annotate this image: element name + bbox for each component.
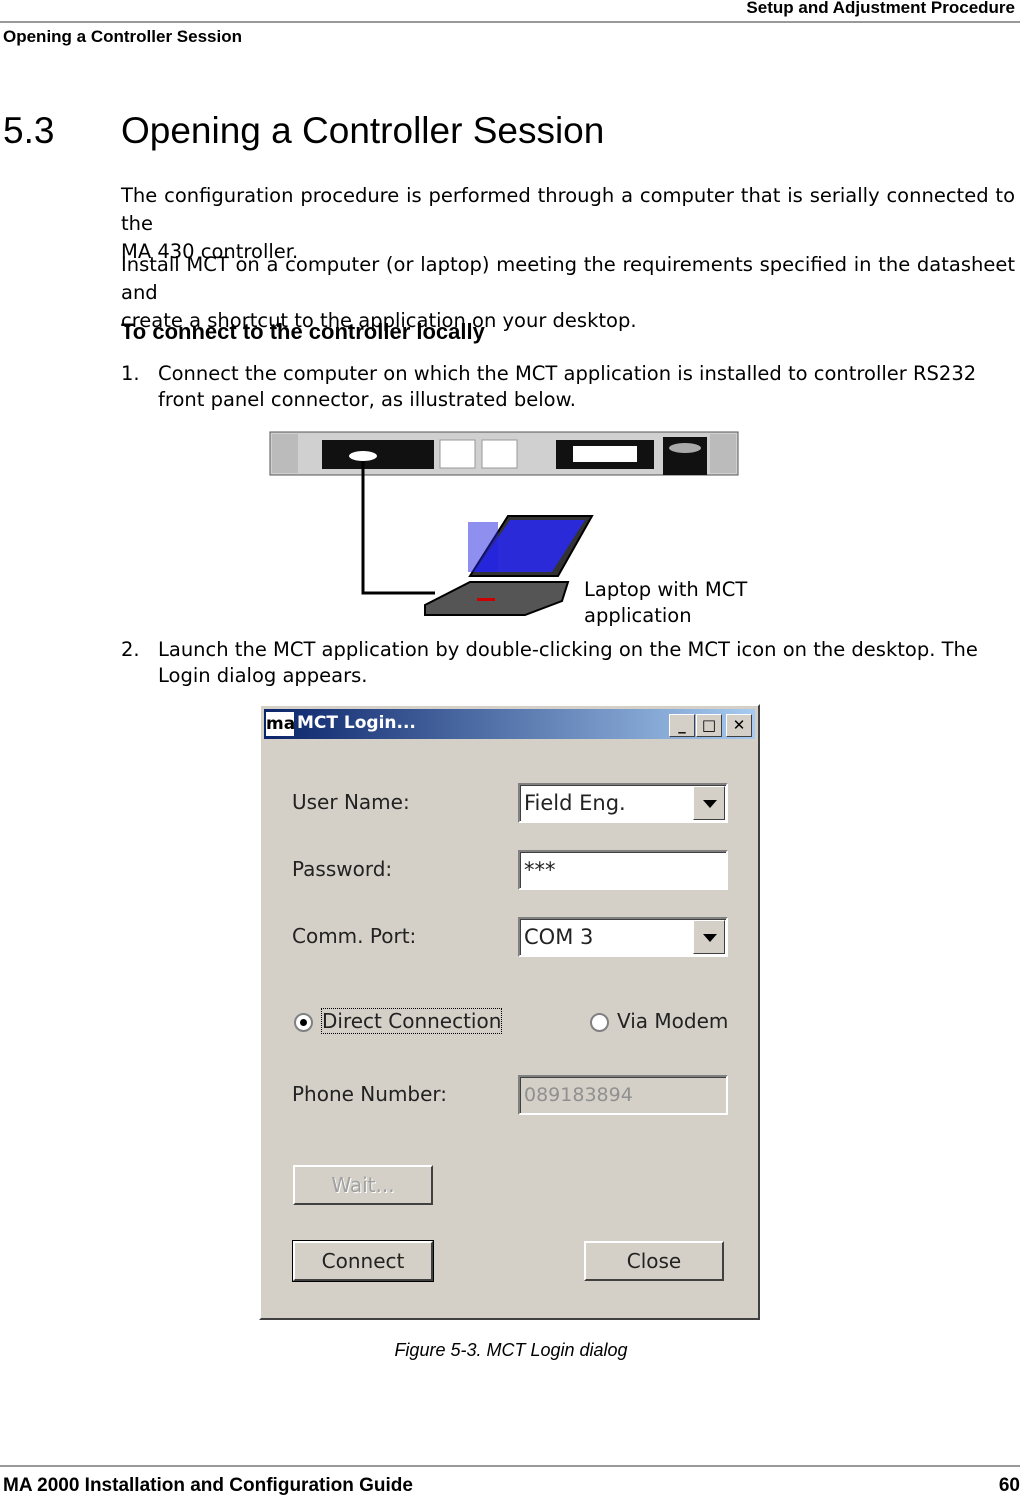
- step-1: 1. Connect the computer on which the MCT…: [121, 361, 1021, 413]
- step-text: Connect the computer on which the MCT ap…: [158, 362, 977, 411]
- page-number: 60: [998, 1475, 1020, 1496]
- paragraph-line: The configuration procedure is performed…: [121, 184, 1015, 235]
- laptop-label: Laptop with MCT application: [584, 577, 747, 629]
- figure-caption: Figure 5-3. MCT Login dialog: [394, 1340, 628, 1360]
- footer-title: MA 2000 Installation and Configuration G…: [3, 1475, 413, 1496]
- via-modem-radio[interactable]: [590, 1013, 609, 1032]
- header-divider: [0, 21, 1020, 23]
- step-number: 1.: [121, 362, 140, 385]
- comm-port-select[interactable]: COM 3: [518, 917, 728, 957]
- comm-port-value: COM 3: [524, 925, 594, 949]
- user-name-value: Field Eng.: [524, 791, 626, 815]
- connect-button[interactable]: Connect: [292, 1240, 434, 1282]
- password-field[interactable]: ***: [518, 850, 728, 890]
- maximize-button[interactable]: □: [696, 714, 722, 737]
- mct-app-icon: ma: [266, 712, 296, 736]
- user-name-label: User Name:: [292, 790, 410, 814]
- dialog-title-bar[interactable]: ma MCT Login... _ □ ✕: [264, 709, 755, 739]
- via-modem-label[interactable]: Via Modem: [617, 1009, 728, 1033]
- footer-divider: [0, 1465, 1020, 1467]
- direct-connection-radio[interactable]: [294, 1013, 313, 1032]
- controller-rack-unit: [269, 431, 739, 476]
- laptop-icon: [424, 515, 594, 616]
- direct-connection-label[interactable]: Direct Connection: [320, 1008, 503, 1034]
- chevron-down-icon[interactable]: [693, 786, 725, 820]
- wait-button[interactable]: Wait...: [293, 1165, 433, 1205]
- header-section: Opening a Controller Session: [3, 27, 242, 46]
- mct-login-dialog: ma MCT Login... _ □ ✕ User Name: Field E…: [259, 704, 760, 1320]
- paragraph-line: Install MCT on a computer (or laptop) me…: [121, 253, 1015, 304]
- header-chapter: Setup and Adjustment Procedure: [746, 0, 1015, 17]
- label-line: application: [584, 604, 692, 627]
- serial-cable: [361, 461, 435, 595]
- minimize-button[interactable]: _: [669, 714, 695, 737]
- password-label: Password:: [292, 857, 393, 881]
- section-title: Opening a Controller Session: [121, 110, 605, 151]
- close-button[interactable]: Close: [584, 1241, 724, 1281]
- dialog-title: MCT Login...: [297, 713, 416, 733]
- step-2: 2. Launch the MCT application by double-…: [121, 637, 1021, 689]
- rs232-connector: [349, 451, 377, 461]
- phone-number-field[interactable]: 089183894: [518, 1075, 728, 1115]
- close-icon[interactable]: ✕: [726, 714, 752, 737]
- section-number: 5.3: [3, 110, 55, 151]
- user-name-select[interactable]: Field Eng.: [518, 783, 728, 823]
- chevron-down-icon[interactable]: [693, 920, 725, 954]
- label-line: Laptop with MCT: [584, 578, 748, 601]
- step-text: Launch the MCT application by double-cli…: [158, 638, 978, 687]
- phone-number-label: Phone Number:: [292, 1082, 448, 1106]
- step-number: 2.: [121, 638, 140, 661]
- subheading: To connect to the controller locally: [121, 319, 485, 344]
- comm-port-label: Comm. Port:: [292, 924, 417, 948]
